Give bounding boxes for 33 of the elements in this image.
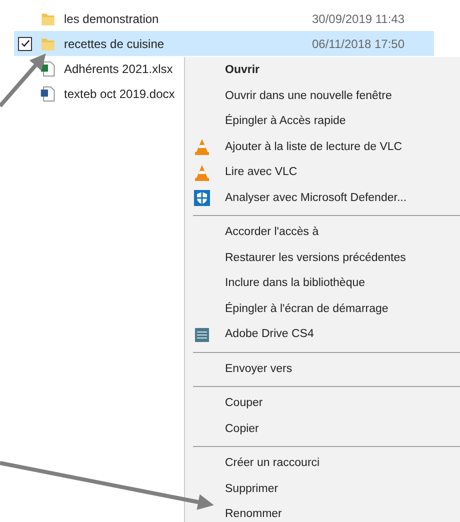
checkbox[interactable] <box>18 36 32 50</box>
file-name[interactable]: recettes de cuisine <box>64 34 300 52</box>
traffic-cone-icon <box>193 138 211 156</box>
spreadsheet-file-icon <box>40 60 56 76</box>
menu-item[interactable]: Restaurer les versions précédentes <box>185 246 460 271</box>
menu-item[interactable]: Renommer <box>185 502 460 522</box>
folder-icon <box>40 36 56 52</box>
menu-item[interactable]: Couper <box>185 391 460 416</box>
modified-date: 06/11/2018 17:50 <box>312 36 405 52</box>
folder-icon <box>40 10 56 26</box>
check-icon <box>20 38 30 49</box>
file-name[interactable]: les demonstration <box>64 10 300 28</box>
document-file-icon <box>40 86 56 102</box>
menu-item[interactable]: Ajouter à la liste de lecture de VLC <box>185 134 460 160</box>
file-row[interactable]: recettes de cuisine 06/11/2018 17:50 <box>14 31 434 56</box>
menu-item[interactable]: Accorder l'accès à <box>185 220 460 246</box>
menu-item[interactable]: Envoyer vers <box>185 356 460 382</box>
menu-item[interactable]: Ouvrir <box>185 58 460 84</box>
menu-item[interactable]: Lire avec VLC <box>185 160 460 186</box>
menu-item[interactable]: Copier <box>185 416 460 442</box>
drive-icon <box>193 326 211 344</box>
annotation-arrow <box>0 53 46 108</box>
menu-item[interactable]: Supprimer <box>185 476 460 502</box>
menu-item[interactable]: Épingler à Accès rapide <box>185 109 460 134</box>
menu-item[interactable]: Ouvrir dans une nouvelle fenêtre <box>185 84 460 109</box>
menu-item[interactable]: Adobe Drive CS4 <box>185 322 460 348</box>
shield-icon <box>193 189 211 208</box>
menu-item[interactable]: Créer un raccourci <box>185 451 460 476</box>
menu-item[interactable]: Inclure dans la bibliothèque <box>185 271 460 296</box>
traffic-cone-icon <box>193 164 211 182</box>
modified-date: 30/09/2019 11:43 <box>312 10 405 28</box>
menu-item[interactable]: Analyser avec Microsoft Defender... <box>185 186 460 211</box>
menu-item[interactable]: Épingler à l'écran de démarrage <box>185 296 460 322</box>
